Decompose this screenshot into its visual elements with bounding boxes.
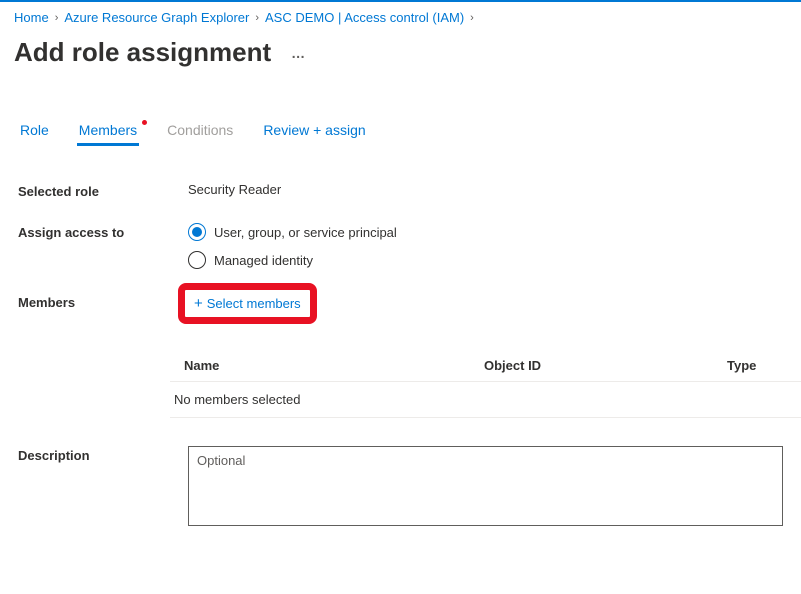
radio-managed-identity[interactable]: Managed identity xyxy=(188,251,783,269)
radio-selected-icon xyxy=(188,223,206,241)
members-label: Members xyxy=(18,293,188,310)
radio-label: Managed identity xyxy=(214,253,313,268)
assign-access-radio-group: User, group, or service principal Manage… xyxy=(188,223,783,269)
col-header-name: Name xyxy=(184,358,484,373)
breadcrumb-home[interactable]: Home xyxy=(14,10,49,25)
selected-role-value: Security Reader xyxy=(188,182,783,197)
assign-access-label: Assign access to xyxy=(18,223,188,240)
breadcrumb-resource-graph[interactable]: Azure Resource Graph Explorer xyxy=(64,10,249,25)
breadcrumb-iam[interactable]: ASC DEMO | Access control (IAM) xyxy=(265,10,464,25)
attention-dot-icon xyxy=(142,120,147,125)
breadcrumb: Home › Azure Resource Graph Explorer › A… xyxy=(0,2,801,29)
col-header-objectid: Object ID xyxy=(484,358,727,373)
select-members-button[interactable]: + Select members xyxy=(188,293,307,314)
col-header-type: Type xyxy=(727,358,787,373)
chevron-right-icon: › xyxy=(470,12,474,24)
more-actions-icon[interactable]: … xyxy=(291,45,307,61)
radio-user-group-principal[interactable]: User, group, or service principal xyxy=(188,223,783,241)
tabs: Role Members Conditions Review + assign xyxy=(0,68,801,144)
chevron-right-icon: › xyxy=(55,12,59,24)
description-textarea[interactable] xyxy=(188,446,783,526)
page-title: Add role assignment xyxy=(14,37,271,68)
members-empty-row: No members selected xyxy=(170,382,801,418)
plus-icon: + xyxy=(194,295,203,312)
radio-label: User, group, or service principal xyxy=(214,225,397,240)
selected-role-label: Selected role xyxy=(18,182,188,199)
tab-role[interactable]: Role xyxy=(18,118,51,144)
radio-unselected-icon xyxy=(188,251,206,269)
tab-members[interactable]: Members xyxy=(77,118,139,144)
description-label: Description xyxy=(18,446,188,526)
members-table-header: Name Object ID Type xyxy=(170,350,801,382)
select-members-label: Select members xyxy=(207,296,301,311)
tab-members-label: Members xyxy=(79,122,137,138)
chevron-right-icon: › xyxy=(255,12,259,24)
tab-conditions: Conditions xyxy=(165,118,235,144)
tab-review-assign[interactable]: Review + assign xyxy=(261,118,367,144)
